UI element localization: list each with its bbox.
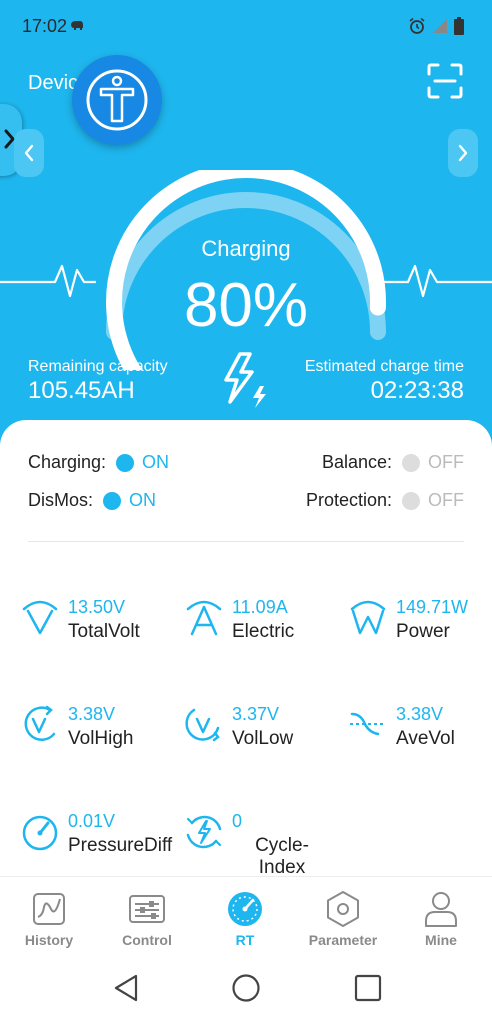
total-volt-icon xyxy=(22,600,58,635)
tab-mine-label: Mine xyxy=(425,932,457,948)
protection-flag-state: OFF xyxy=(428,490,464,510)
dismos-indicator xyxy=(103,491,122,510)
tab-rt-label: RT xyxy=(235,932,255,948)
protection-flag: Protection: OFF xyxy=(306,490,464,511)
electric-value: 11.09A xyxy=(232,597,288,617)
pressure-diff-label: PressureDiff xyxy=(68,835,173,856)
metric-power: 149.71W Power xyxy=(348,597,492,687)
tab-parameter-label: Parameter xyxy=(308,932,378,948)
bottom-tab-bar: History Control RT Parameter Mine xyxy=(0,876,492,956)
charging-flag-state: ON xyxy=(142,452,170,472)
vol-high-icon xyxy=(24,705,56,741)
remaining-capacity-value: 105.45AH xyxy=(28,377,135,404)
metric-ave-vol: 3.38V AveVol xyxy=(348,704,492,794)
electric-label: Electric xyxy=(232,621,295,642)
protection-indicator xyxy=(402,491,420,510)
charging-bolt-icon xyxy=(224,352,266,408)
dismos-flag: DisMos: ON xyxy=(28,490,156,511)
tab-control[interactable]: Control xyxy=(98,877,196,957)
person-icon xyxy=(425,892,457,927)
divider xyxy=(28,541,464,542)
total-volt-label: TotalVolt xyxy=(68,621,140,642)
dismos-flag-label: DisMos: xyxy=(28,490,94,510)
balance-flag: Balance: OFF xyxy=(322,452,464,473)
charge-percent: 80% xyxy=(183,271,309,340)
status-bar: 17:02 xyxy=(0,0,492,50)
vol-high-label: VolHigh xyxy=(68,728,134,749)
cycle-index-value: 0 xyxy=(232,811,243,831)
elephant-icon xyxy=(71,21,83,30)
history-icon xyxy=(33,893,65,925)
estimated-time-label: Estimated charge time xyxy=(304,358,464,375)
rt-gauge-icon xyxy=(228,892,262,926)
ave-vol-label: AveVol xyxy=(396,728,455,749)
alarm-icon xyxy=(409,17,425,34)
vol-low-value: 3.37V xyxy=(232,704,280,724)
control-icon xyxy=(129,895,165,923)
charge-status: Charging xyxy=(201,236,291,261)
gauge-icon xyxy=(22,815,58,851)
pressure-diff-value: 0.01V xyxy=(68,811,116,831)
metric-electric: 11.09A Electric xyxy=(184,597,344,687)
back-icon[interactable] xyxy=(112,973,140,1003)
status-time: 17:02 xyxy=(22,16,68,36)
ave-vol-value: 3.38V xyxy=(396,704,444,724)
current-icon xyxy=(186,600,222,636)
tab-rt[interactable]: RT xyxy=(196,877,294,957)
estimated-time-value: 02:23:38 xyxy=(370,377,464,404)
t-person-logo[interactable] xyxy=(72,55,162,145)
metric-vol-low: 3.37V VolLow xyxy=(184,704,344,794)
system-icons xyxy=(408,16,464,36)
tab-mine[interactable]: Mine xyxy=(392,877,490,957)
parameter-hexagon-icon xyxy=(327,891,359,927)
tab-parameter[interactable]: Parameter xyxy=(294,877,392,957)
total-volt-value: 13.50V xyxy=(68,597,126,617)
metric-total-volt: 13.50V TotalVolt xyxy=(20,597,180,687)
power-icon xyxy=(350,600,386,635)
vol-low-label: VolLow xyxy=(232,728,294,749)
power-value: 149.71W xyxy=(396,597,469,617)
balance-flag-state: OFF xyxy=(428,452,464,472)
protection-flag-label: Protection: xyxy=(305,490,392,510)
dismos-flag-state: ON xyxy=(129,490,157,510)
charging-flag: Charging: ON xyxy=(28,452,169,473)
charging-flag-label: Charging: xyxy=(28,452,107,472)
scan-icon[interactable] xyxy=(426,62,464,100)
home-icon[interactable] xyxy=(231,973,261,1003)
tab-history-label: History xyxy=(24,932,74,948)
system-nav-bar xyxy=(0,956,492,1024)
cycle-index-label: Cycle-Index xyxy=(255,835,309,878)
charging-indicator xyxy=(116,453,135,472)
balance-flag-label: Balance: xyxy=(321,452,392,472)
vol-high-value: 3.38V xyxy=(68,704,116,724)
battery-icon xyxy=(454,17,464,35)
tab-history[interactable]: History xyxy=(0,877,98,957)
cycle-icon xyxy=(186,815,222,849)
signal-icon xyxy=(433,19,447,33)
metric-vol-high: 3.38V VolHigh xyxy=(20,704,180,794)
balance-indicator xyxy=(402,453,420,472)
vol-low-icon xyxy=(185,708,220,742)
remaining-capacity-label: Remaining capacity xyxy=(28,358,168,375)
ave-vol-icon xyxy=(350,712,386,736)
power-label: Power xyxy=(396,621,450,642)
tab-control-label: Control xyxy=(122,932,172,948)
recents-icon[interactable] xyxy=(354,974,382,1002)
